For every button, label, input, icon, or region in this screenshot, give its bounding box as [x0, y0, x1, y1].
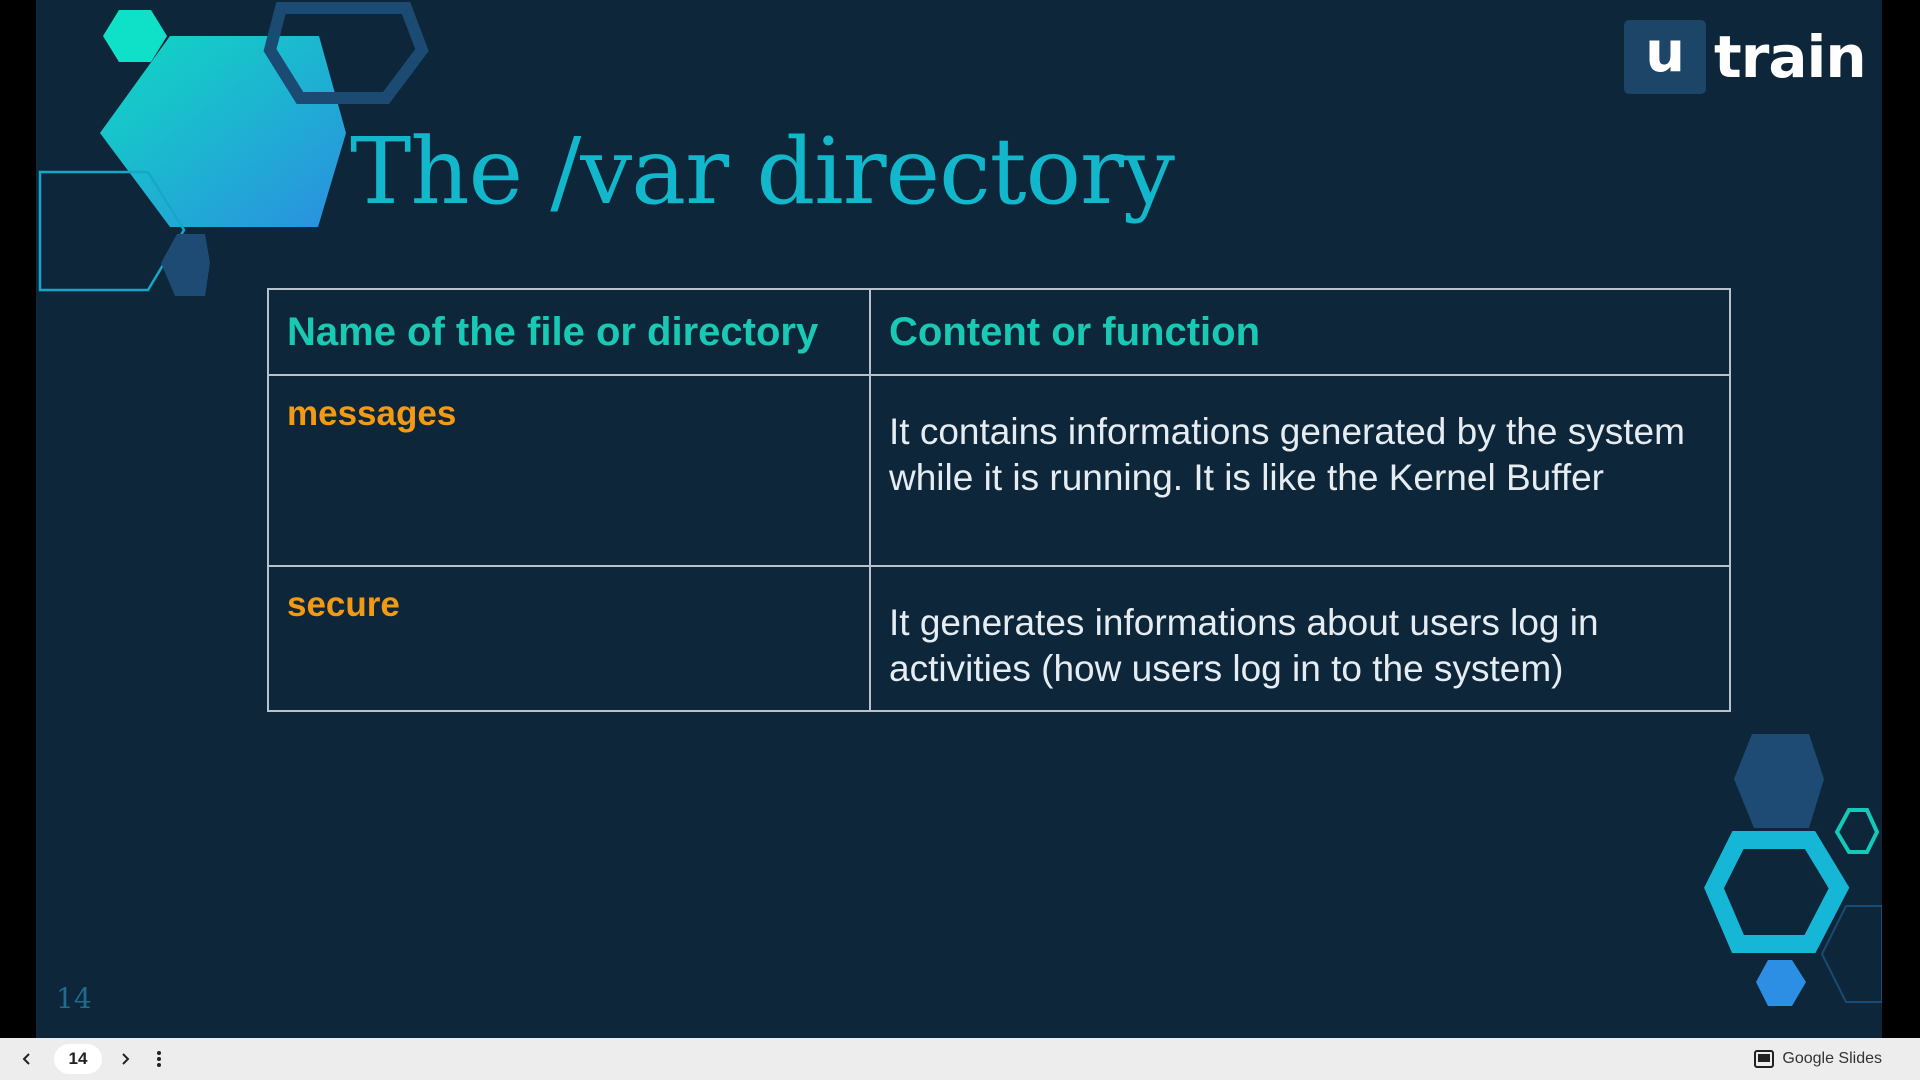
- table-cell-name: secure: [267, 565, 871, 712]
- brand-label: Google Slides: [1782, 1050, 1882, 1067]
- logo-text: train: [1714, 23, 1867, 91]
- table-cell-description: It contains informations generated by th…: [869, 374, 1731, 567]
- table-cell-description: It generates informations about users lo…: [869, 565, 1731, 712]
- table-row: secure It generates informations about u…: [267, 565, 1731, 712]
- table-row: messages It contains informations genera…: [267, 374, 1731, 567]
- google-slides-brand[interactable]: Google Slides: [1754, 1038, 1882, 1080]
- previous-slide-button[interactable]: [12, 1044, 42, 1074]
- table-header-name: Name of the file or directory: [267, 288, 871, 376]
- chevron-left-icon: [22, 1053, 30, 1065]
- slide: u train The /var directory Name of the f…: [36, 0, 1882, 1038]
- table-header-function: Content or function: [869, 288, 1731, 376]
- table-header-row: Name of the file or directory Content or…: [267, 288, 1731, 376]
- current-page-indicator[interactable]: 14: [54, 1044, 102, 1074]
- table-cell-name: messages: [267, 374, 871, 567]
- more-options-button[interactable]: [144, 1044, 174, 1074]
- more-vertical-icon: [157, 1051, 161, 1067]
- slides-icon: [1754, 1050, 1775, 1068]
- chevron-right-icon: [122, 1053, 130, 1065]
- utrain-logo: u train: [1624, 20, 1867, 94]
- var-directory-table: Name of the file or directory Content or…: [267, 288, 1731, 712]
- slide-title: The /var directory: [350, 118, 1175, 225]
- slide-page-number: 14: [56, 982, 92, 1015]
- next-slide-button[interactable]: [110, 1044, 140, 1074]
- hexagon-decoration-bottom-right: [1704, 734, 1882, 1006]
- slides-toolbar: 14 Google Slides: [0, 1038, 1920, 1080]
- presentation-viewport: u train The /var directory Name of the f…: [0, 0, 1920, 1080]
- logo-box: u: [1624, 20, 1706, 94]
